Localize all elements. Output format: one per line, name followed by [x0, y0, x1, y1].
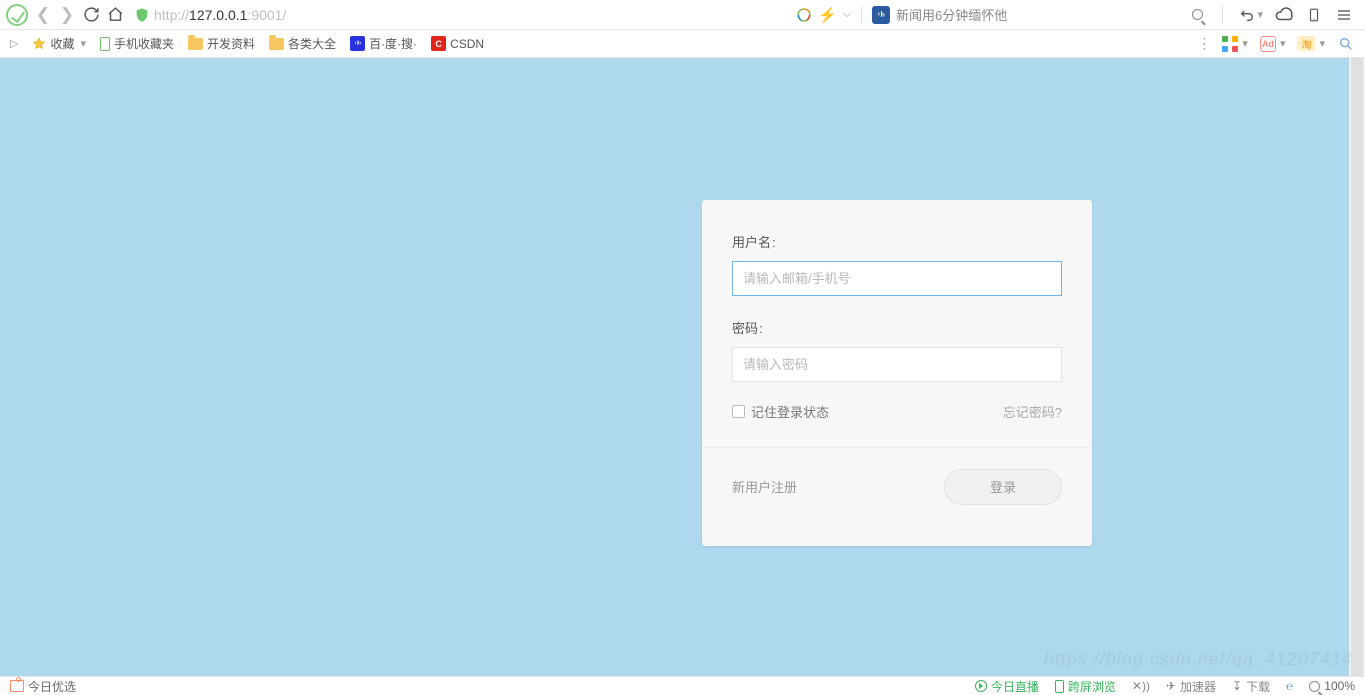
url-text: http://127.0.0.1:9001/: [154, 7, 286, 23]
password-label: 密码: [732, 318, 1062, 337]
browser-logo-icon: [6, 4, 28, 26]
news-headline[interactable]: 新闻用6分钟缅怀他: [896, 5, 1182, 24]
search-icon[interactable]: [1188, 6, 1206, 24]
bookmark-mobile[interactable]: 手机收藏夹: [100, 35, 174, 52]
forward-button[interactable]: ❯: [58, 5, 76, 25]
magnifier-icon: [1309, 681, 1320, 692]
cloud-icon[interactable]: [1275, 6, 1293, 24]
watermark: https://blog.csdn.net/qq_41207414: [1044, 649, 1353, 670]
folder-icon: [269, 38, 284, 50]
star-icon: [32, 37, 46, 51]
bookmark-baidu[interactable]: 百·度·搜·: [350, 35, 417, 52]
checkbox-icon: [732, 405, 745, 418]
bookmarks-bar: ▷ 收藏▾ 手机收藏夹 开发资料 各类大全 百·度·搜· C CSDN ⋮ ▾ …: [0, 30, 1365, 58]
remember-checkbox[interactable]: 记住登录状态: [732, 402, 829, 421]
reload-button[interactable]: [82, 6, 100, 24]
gift-icon: [10, 680, 24, 692]
accelerator[interactable]: ✈ 加速器: [1166, 678, 1216, 695]
forgot-password-link[interactable]: 忘记密码?: [1003, 402, 1062, 421]
undo-button[interactable]: ▾: [1239, 7, 1263, 23]
folder-icon: [188, 38, 203, 50]
vertical-scrollbar[interactable]: [1349, 58, 1365, 676]
mobile-sync-icon[interactable]: [1305, 6, 1323, 24]
downloads[interactable]: ↧ 下载: [1232, 678, 1270, 695]
csdn-icon: C: [431, 36, 446, 51]
adblock-icon[interactable]: Ad▾: [1260, 36, 1286, 52]
separator: [861, 6, 862, 24]
cross-screen[interactable]: 跨屏浏览: [1055, 678, 1116, 695]
bookmark-csdn[interactable]: C CSDN: [431, 36, 484, 51]
play-circle-icon: [975, 680, 987, 692]
baidu-icon: [350, 36, 365, 51]
phone-icon: [100, 37, 110, 51]
page-viewport: 用户名 密码 记住登录状态 忘记密码? 新用户注册 登录 https://blo…: [0, 58, 1365, 676]
separator: [1222, 6, 1223, 24]
status-bar: 今日优选 今日直播 跨屏浏览 ✕)) ✈ 加速器 ↧ 下载 ℮ 100%: [0, 676, 1365, 695]
engine-dropdown[interactable]: ⌵: [843, 8, 851, 21]
login-card: 用户名 密码 记住登录状态 忘记密码? 新用户注册 登录: [702, 200, 1092, 546]
favorites-button[interactable]: 收藏▾: [32, 35, 86, 52]
toolbar-right: ▾: [1188, 6, 1359, 24]
phone-icon: [1055, 680, 1064, 693]
bookmark-dev[interactable]: 开发资料: [188, 35, 255, 52]
fast-mode-icon[interactable]: ⚡: [818, 6, 837, 24]
extensions-icon[interactable]: ▾: [1222, 36, 1248, 52]
camera-aperture-icon[interactable]: [796, 7, 812, 23]
login-button[interactable]: 登录: [944, 469, 1062, 505]
live-today[interactable]: 今日直播: [975, 678, 1039, 695]
register-link[interactable]: 新用户注册: [732, 477, 797, 496]
security-shield-icon: [134, 6, 150, 24]
address-bar[interactable]: http://127.0.0.1:9001/: [130, 3, 790, 27]
news-provider-icon: [872, 6, 890, 24]
bookmark-categories[interactable]: 各类大全: [269, 35, 336, 52]
back-button[interactable]: ❮: [34, 5, 52, 25]
more-icon[interactable]: ⋮: [1197, 35, 1210, 52]
today-picks[interactable]: 今日优选: [10, 678, 76, 695]
mute-button[interactable]: ✕)): [1132, 679, 1150, 693]
menu-icon[interactable]: [1335, 6, 1353, 24]
username-label: 用户名: [732, 232, 1062, 251]
rocket-icon: ✈: [1166, 679, 1176, 693]
home-button[interactable]: [106, 6, 124, 24]
browser-toolbar: ❮ ❯ http://127.0.0.1:9001/ ⚡ ⌵ 新闻用6分钟缅怀他…: [0, 0, 1365, 30]
password-input[interactable]: [732, 347, 1062, 382]
toggle-sidebar-icon[interactable]: ▷: [10, 37, 18, 50]
shopping-icon[interactable]: 淘▾: [1297, 36, 1325, 51]
download-icon: ↧: [1232, 679, 1242, 693]
username-input[interactable]: [732, 261, 1062, 296]
zoom-level[interactable]: 100%: [1309, 679, 1355, 693]
remember-label: 记住登录状态: [751, 402, 829, 421]
inspect-icon[interactable]: [1337, 35, 1355, 53]
ie-mode-icon[interactable]: ℮: [1286, 679, 1293, 693]
